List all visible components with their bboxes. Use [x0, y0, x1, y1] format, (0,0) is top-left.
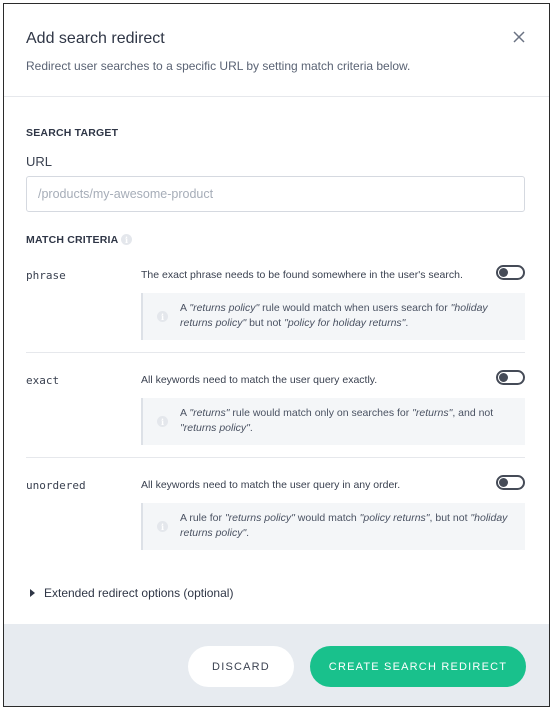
criteria-description: All keywords need to match the user quer… — [141, 374, 378, 386]
search-redirect-modal: Add search redirect Redirect user search… — [3, 3, 550, 707]
url-input[interactable] — [26, 176, 525, 212]
example-box: i A "returns" rule would match only on s… — [141, 398, 525, 445]
extended-options-toggle[interactable]: Extended redirect options (optional) — [30, 586, 233, 600]
criteria-description: All keywords need to match the user quer… — [141, 479, 401, 491]
example-text-part: , but not — [429, 512, 471, 524]
example-text-part: . — [405, 317, 409, 329]
info-icon: i — [157, 416, 168, 427]
modal-title: Add search redirect — [26, 30, 165, 47]
example-query: "returns" — [189, 407, 230, 419]
criteria-description: The exact phrase needs to be found somew… — [141, 269, 463, 281]
example-query: "policy returns" — [359, 512, 430, 524]
example-query: "returns" — [412, 407, 453, 419]
example-text-part: , and not — [452, 407, 494, 419]
create-search-redirect-button[interactable]: CREATE SEARCH REDIRECT — [310, 646, 526, 687]
toggle-knob — [499, 268, 508, 277]
example-text-part: rule would match when users search for — [259, 302, 451, 314]
modal-footer: DISCARD CREATE SEARCH REDIRECT — [4, 624, 549, 706]
divider — [26, 352, 525, 353]
example-text-part: A — [180, 302, 190, 314]
search-target-heading: SEARCH TARGET — [26, 127, 119, 139]
discard-button[interactable]: DISCARD — [188, 646, 294, 687]
toggle-knob — [499, 373, 508, 382]
criteria-name: phrase — [26, 269, 66, 282]
example-query: "returns policy" — [180, 422, 250, 434]
caret-right-icon — [30, 589, 35, 597]
extended-options-label: Extended redirect options (optional) — [44, 586, 234, 600]
criteria-name: unordered — [26, 479, 86, 492]
url-label: URL — [26, 154, 53, 169]
example-box: i A rule for "returns policy" would matc… — [141, 503, 525, 550]
divider — [26, 457, 525, 458]
example-text-part: but not — [246, 317, 285, 329]
example-text: A rule for "returns policy" would match … — [180, 511, 515, 541]
info-icon: i — [157, 521, 168, 532]
info-icon: i — [157, 311, 168, 322]
toggle-exact[interactable] — [496, 370, 525, 385]
example-box: i A "returns policy" rule would match wh… — [141, 293, 525, 340]
example-text-part: . — [249, 422, 253, 434]
modal-subtitle: Redirect user searches to a specific URL… — [26, 59, 411, 73]
close-button[interactable] — [508, 26, 530, 48]
example-text-part: would match — [294, 512, 360, 524]
example-query: "returns policy" — [224, 512, 295, 524]
example-text-part: . — [246, 527, 250, 539]
example-text-part: A — [180, 407, 190, 419]
toggle-knob — [499, 478, 508, 487]
example-query: "returns policy" — [189, 302, 260, 314]
example-text-part: A rule for — [180, 512, 225, 524]
criteria-name: exact — [26, 374, 60, 387]
info-icon[interactable]: i — [121, 234, 132, 245]
close-icon — [513, 31, 525, 43]
example-text: A "returns policy" rule would match when… — [180, 301, 515, 331]
toggle-phrase[interactable] — [496, 265, 525, 280]
example-text: A "returns" rule would match only on sea… — [180, 406, 515, 436]
modal-header: Add search redirect Redirect user search… — [4, 4, 549, 97]
example-text-part: rule would match only on searches for — [229, 407, 413, 419]
example-query: "policy for holiday returns" — [284, 317, 406, 329]
toggle-unordered[interactable] — [496, 475, 525, 490]
match-criteria-heading: MATCH CRITERIA — [26, 234, 119, 246]
